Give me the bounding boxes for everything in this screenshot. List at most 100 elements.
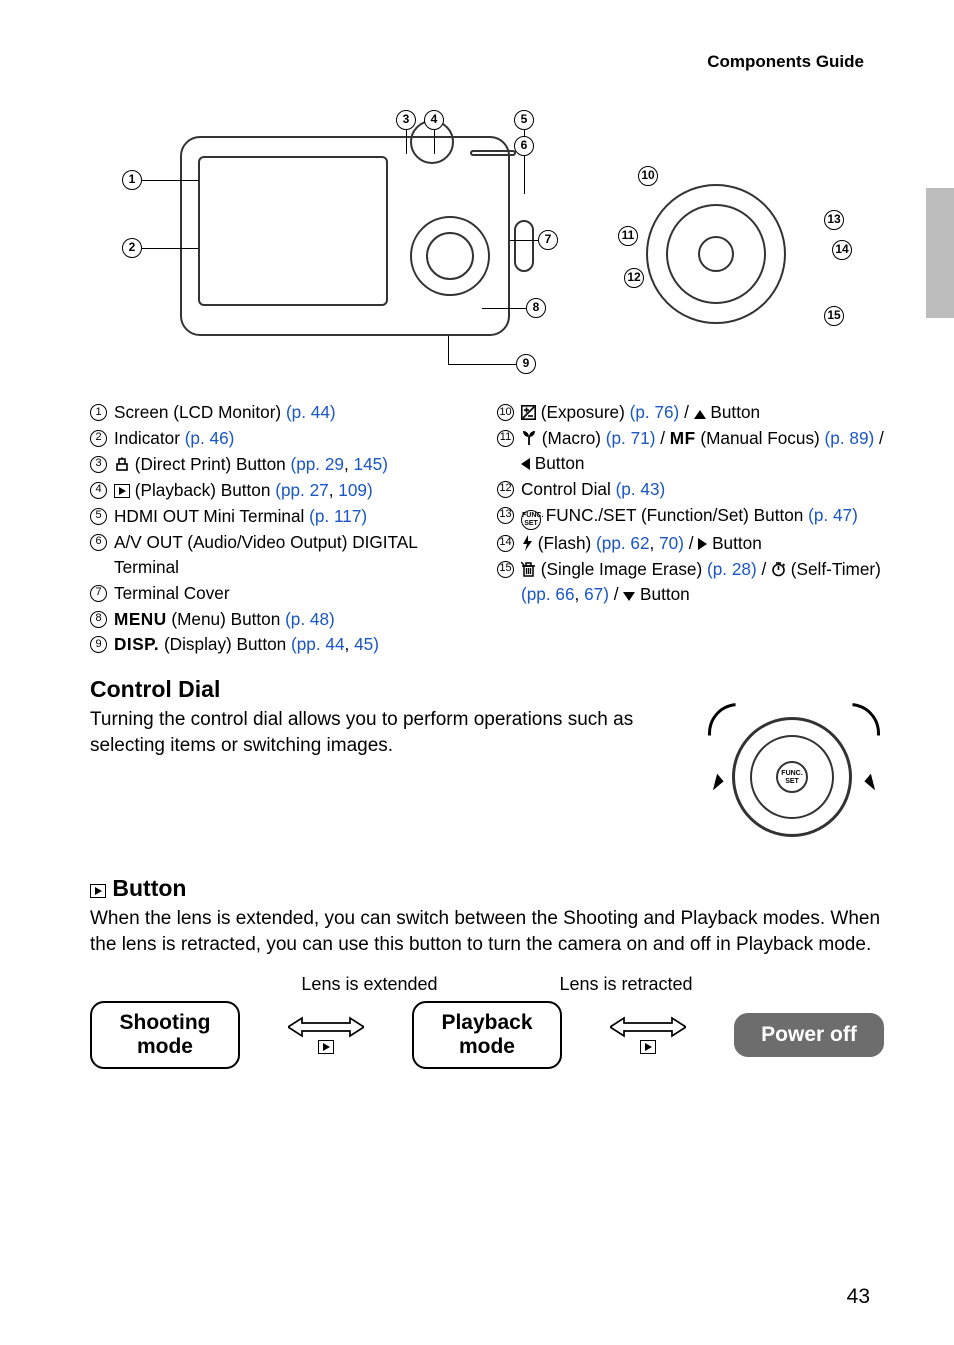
component-item-12: 12 Control Dial (p. 43) xyxy=(497,477,884,502)
page-edge-tab xyxy=(926,188,954,318)
item-number: 15 xyxy=(497,561,514,578)
callout-10: 10 xyxy=(638,166,658,186)
page-ref-link[interactable]: (p. 89) xyxy=(825,428,875,448)
component-item-4: 4 (Playback) Button (pp. 27, 109) xyxy=(90,478,477,503)
component-item-14: 14 (Flash) (pp. 62, 70) / Button xyxy=(497,531,884,556)
component-item-10: 10 (Exposure) (p. 76) / Button xyxy=(497,400,884,425)
item-body: (Single Image Erase) (p. 28) / (Self-Tim… xyxy=(521,557,884,607)
item-body: Terminal Cover xyxy=(114,581,477,606)
page-ref-link[interactable]: (p. 44) xyxy=(286,402,336,422)
page-ref-link[interactable]: (p. 28) xyxy=(707,559,757,579)
item-body: DISP. (Display) Button (pp. 44, 45) xyxy=(114,632,477,657)
callout-11: 11 xyxy=(618,226,638,246)
control-dial-text: Turning the control dial allows you to p… xyxy=(90,707,674,758)
item-body: (Playback) Button (pp. 27, 109) xyxy=(114,478,477,503)
item-number: 14 xyxy=(497,535,514,552)
item-body: A/V OUT (Audio/Video Output) DIGITAL Ter… xyxy=(114,530,477,580)
item-body: FUNC.SET FUNC./SET (Function/Set) Button… xyxy=(521,503,884,530)
page-ref-link[interactable]: ) xyxy=(367,480,373,500)
page-ref-link[interactable]: 109 xyxy=(338,480,367,500)
shooting-mode-box: Shootingmode xyxy=(90,1001,240,1069)
component-item-8: 8 MENU (Menu) Button (p. 48) xyxy=(90,607,477,632)
camera-back-illustration xyxy=(180,116,530,356)
item-number: 5 xyxy=(90,508,107,525)
component-item-3: 3 (Direct Print) Button (pp. 29, 145) xyxy=(90,452,477,477)
callout-7: 7 xyxy=(538,230,558,250)
page-ref-link[interactable]: (pp. 27 xyxy=(275,480,329,500)
item-body: Screen (LCD Monitor) (p. 44) xyxy=(114,400,477,425)
callout-9: 9 xyxy=(516,354,536,374)
callout-12: 12 xyxy=(624,268,644,288)
callout-4: 4 xyxy=(424,110,444,130)
callout-3: 3 xyxy=(396,110,416,130)
component-item-1: 1 Screen (LCD Monitor) (p. 44) xyxy=(90,400,477,425)
item-body: (Direct Print) Button (pp. 29, 145) xyxy=(114,452,477,477)
item-body: Control Dial (p. 43) xyxy=(521,477,884,502)
control-dial-heading: Control Dial xyxy=(90,676,884,703)
component-item-2: 2Indicator (p. 46) xyxy=(90,426,477,451)
page-ref-link[interactable]: (pp. 66 xyxy=(521,584,575,604)
callout-6: 6 xyxy=(514,136,534,156)
page-ref-link[interactable]: (pp. 29 xyxy=(290,454,344,474)
playback-button-text: When the lens is extended, you can switc… xyxy=(90,906,884,957)
page-ref-link[interactable]: ) xyxy=(373,634,379,654)
item-number: 7 xyxy=(90,585,107,602)
double-arrow-right xyxy=(610,1016,686,1054)
page-ref-link[interactable]: (p. 46) xyxy=(185,428,235,448)
page-header-title: Components Guide xyxy=(707,52,864,72)
mode-transition-diagram: Lens is extended Lens is retracted Shoot… xyxy=(90,974,884,1104)
component-item-6: 6 A/V OUT (Audio/Video Output) DIGITAL Te… xyxy=(90,530,477,580)
item-number: 1 xyxy=(90,404,107,421)
page-ref-link[interactable]: (pp. 62 xyxy=(596,533,650,553)
component-item-5: 5 HDMI OUT Mini Terminal (p. 117) xyxy=(90,504,477,529)
page-ref-link[interactable]: (p. 47) xyxy=(808,505,858,525)
callout-1: 1 xyxy=(122,170,142,190)
component-item-13: 13 FUNC.SET FUNC./SET (Function/Set) Butt… xyxy=(497,503,884,530)
page-ref-link[interactable]: (p. 117) xyxy=(309,506,367,526)
item-number: 4 xyxy=(90,482,107,499)
component-item-15: 15 (Single Image Erase) (p. 28) / (Self-… xyxy=(497,557,884,607)
playback-icon xyxy=(640,1040,656,1054)
double-arrow-left xyxy=(288,1016,364,1054)
label-lens-retracted: Lens is retracted xyxy=(559,974,692,995)
item-number: 10 xyxy=(497,404,514,421)
page-ref-link[interactable]: 70 xyxy=(659,533,678,553)
page-ref-link[interactable]: (p. 71) xyxy=(606,428,656,448)
page-ref-link[interactable]: (p. 43) xyxy=(616,479,666,499)
label-lens-extended: Lens is extended xyxy=(301,974,437,995)
item-body: HDMI OUT Mini Terminal (p. 117) xyxy=(114,504,477,529)
item-body: (Exposure) (p. 76) / Button xyxy=(521,400,884,425)
callout-5: 5 xyxy=(514,110,534,130)
playback-button-heading-text: Button xyxy=(106,875,186,901)
components-diagram: 1 2 3 4 5 6 7 8 9 10 11 12 13 14 15 xyxy=(90,110,884,400)
playback-button-heading: Button xyxy=(90,875,884,902)
item-number: 12 xyxy=(497,481,514,498)
item-number: 8 xyxy=(90,611,107,628)
page-ref-link[interactable]: 145 xyxy=(354,454,383,474)
components-list: 1 Screen (LCD Monitor) (p. 44)2Indicator … xyxy=(90,400,884,658)
callout-2: 2 xyxy=(122,238,142,258)
control-dial-illustration: FUNC.SET xyxy=(704,707,884,857)
page-ref-link[interactable]: 67 xyxy=(584,584,603,604)
page-ref-link[interactable]: ) xyxy=(382,454,388,474)
callout-8: 8 xyxy=(526,298,546,318)
playback-icon xyxy=(318,1040,334,1054)
page-ref-link[interactable]: (p. 76) xyxy=(630,402,680,422)
item-number: 6 xyxy=(90,534,107,551)
callout-14: 14 xyxy=(832,240,852,260)
item-body: (Macro) (p. 71) / MF (Manual Focus) (p. … xyxy=(521,426,884,476)
item-body: Indicator (p. 46) xyxy=(114,426,477,451)
item-number: 11 xyxy=(497,430,514,447)
page-number: 43 xyxy=(847,1285,870,1309)
power-off-box: Power off xyxy=(734,1013,884,1057)
page-ref-link[interactable]: 45 xyxy=(354,634,373,654)
callout-15: 15 xyxy=(824,306,844,326)
item-body: MENU (Menu) Button (p. 48) xyxy=(114,607,477,632)
item-number: 13 xyxy=(497,507,514,524)
page-ref-link[interactable]: (pp. 44 xyxy=(291,634,345,654)
playback-mode-box: Playbackmode xyxy=(412,1001,562,1069)
item-number: 3 xyxy=(90,456,107,473)
playback-icon xyxy=(90,884,106,898)
item-body: (Flash) (pp. 62, 70) / Button xyxy=(521,531,884,556)
page-ref-link[interactable]: (p. 48) xyxy=(285,609,335,629)
